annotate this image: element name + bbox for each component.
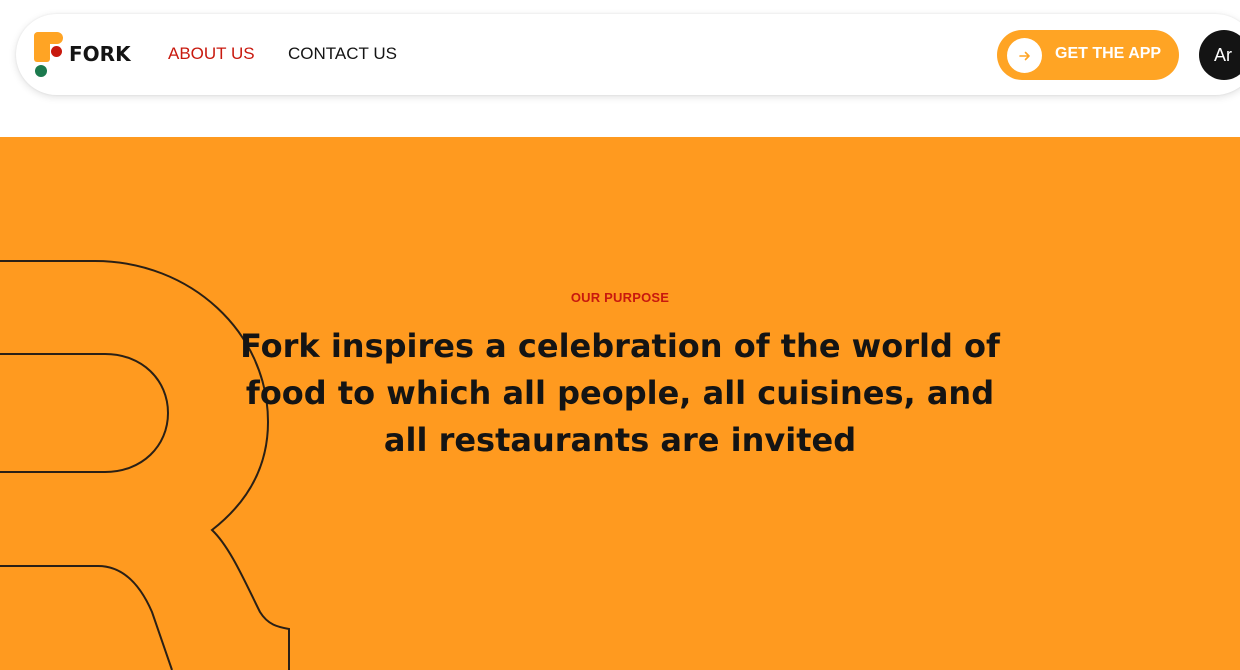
section-eyebrow: OUR PURPOSE <box>570 290 670 305</box>
get-the-app-button[interactable]: GET THE APP <box>997 30 1179 80</box>
language-label: Ar <box>1214 45 1232 65</box>
nav-about-us[interactable]: ABOUT US <box>168 44 255 64</box>
arrow-right-icon <box>1007 38 1042 73</box>
nav-contact-us[interactable]: CONTACT US <box>288 44 397 64</box>
logo[interactable]: FORK <box>34 32 134 78</box>
logo-text: FORK <box>69 42 131 66</box>
hero-section: OUR PURPOSE Fork inspires a celebration … <box>0 137 1240 670</box>
navbar: FORK ABOUT US CONTACT US GET THE APP Ar <box>16 14 1240 95</box>
get-the-app-label: GET THE APP <box>1055 45 1162 62</box>
fork-logo-icon <box>34 32 68 78</box>
hero-headline: Fork inspires a celebration of the world… <box>240 327 1000 459</box>
page: FORK ABOUT US CONTACT US GET THE APP Ar … <box>0 0 1240 670</box>
language-toggle-button[interactable]: Ar <box>1199 30 1240 80</box>
